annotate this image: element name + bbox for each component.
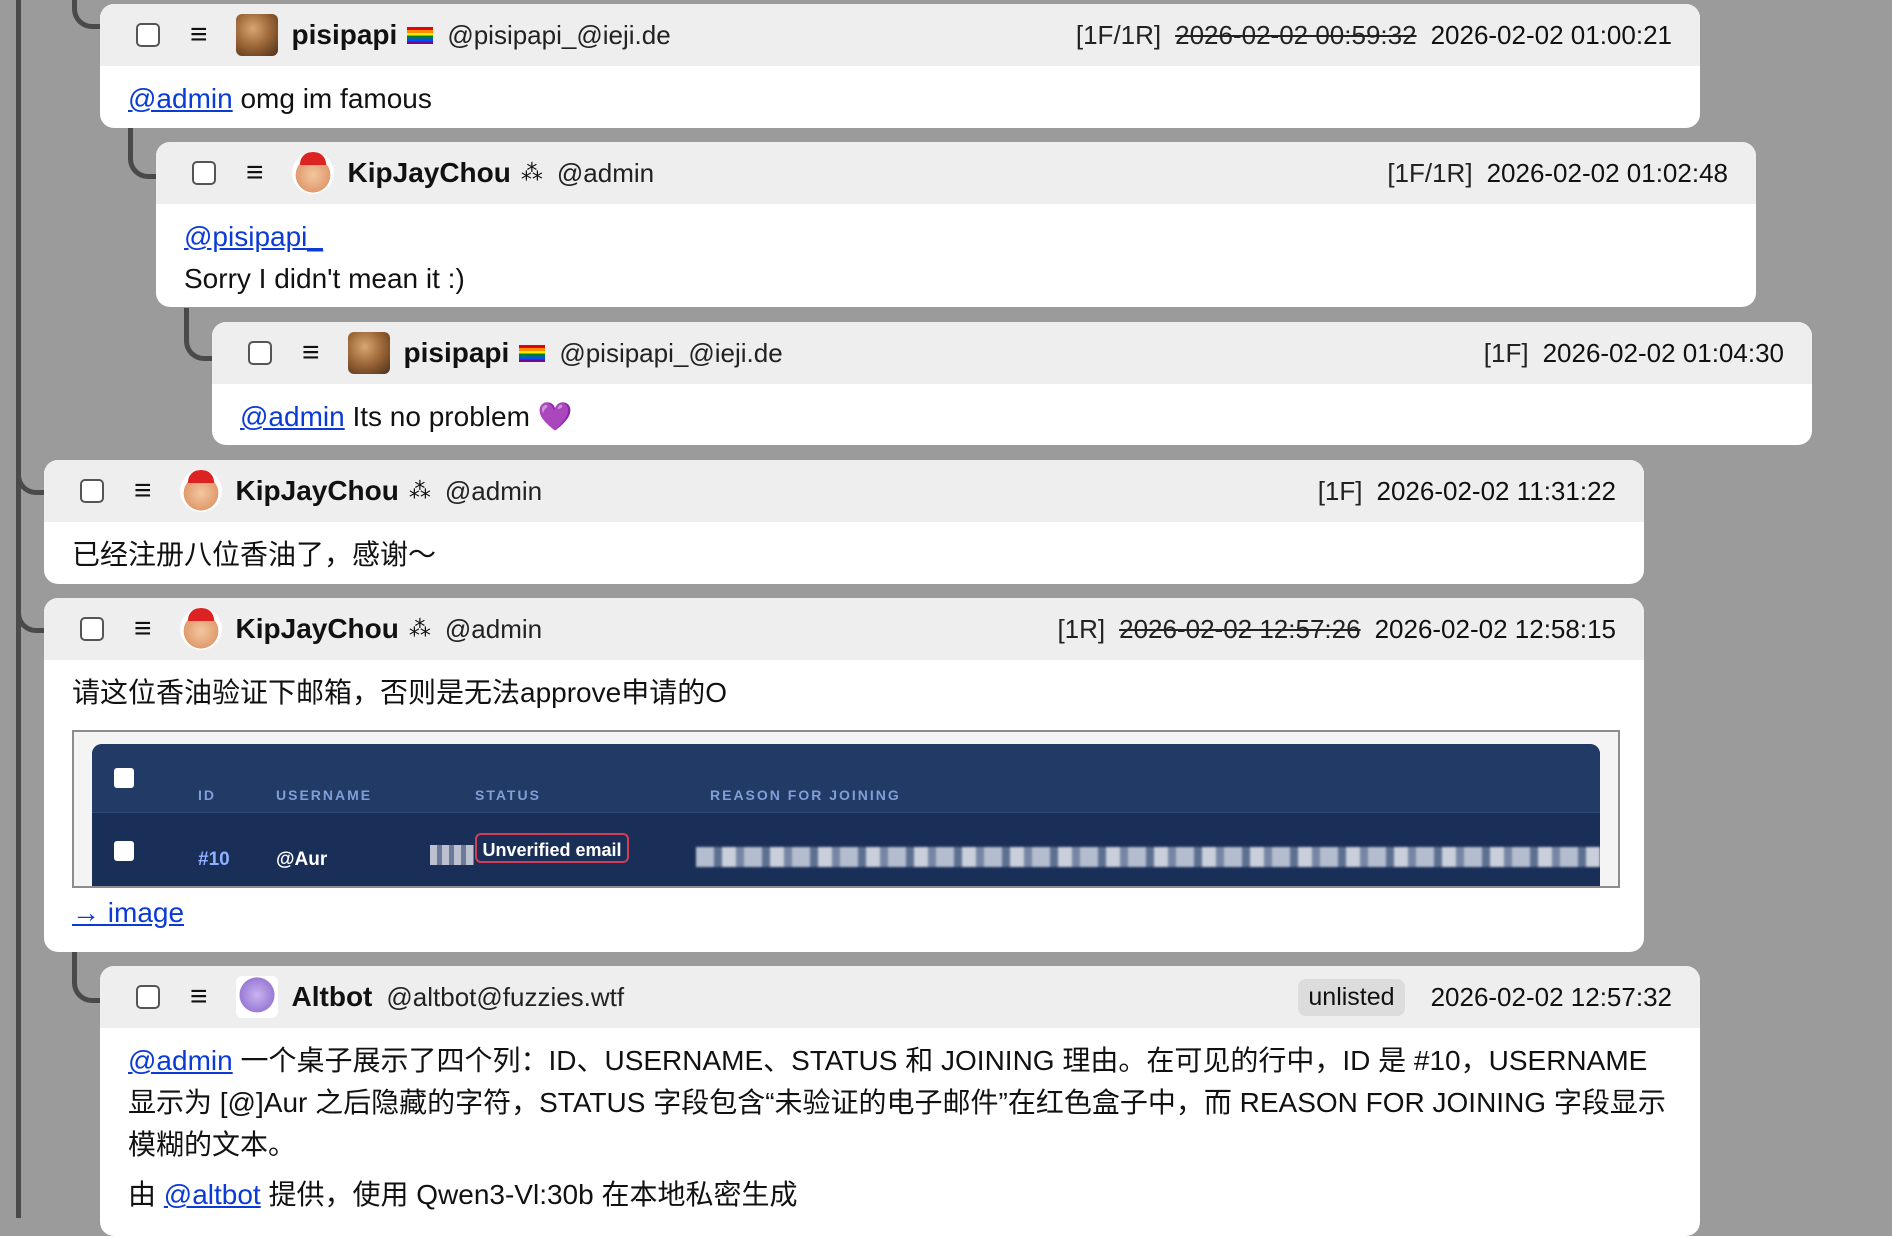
timestamp[interactable]: 2026-02-02 01:02:48 [1487, 158, 1728, 189]
timestamp[interactable]: 2026-02-02 01:00:21 [1431, 20, 1672, 51]
post-header: ≡ KipJayChou ⁂ @admin [1F/1R] 2026-02-02… [156, 142, 1756, 204]
mention-link[interactable]: @admin [128, 1045, 233, 1076]
reply-stats: [1F] [1317, 475, 1363, 506]
post-text: omg im famous [232, 83, 432, 114]
table-row: #10 @Aur Unverified email [92, 813, 1600, 886]
status-badge: Unverified email [475, 833, 629, 863]
column-header: STATUS [475, 787, 541, 803]
post-body: @pisipapi_ Sorry I didn't mean it :) [156, 204, 1756, 307]
post-body: 已经注册八位香油了，感谢～ [44, 522, 1644, 584]
post-header: ≡ KipJayChou ⁂ @admin [1F] 2026-02-02 11… [44, 460, 1644, 522]
post-body: @admin 一个桌子展示了四个列：ID、USERNAME、STATUS 和 J… [100, 1028, 1700, 1230]
user-handle[interactable]: @altbot@fuzzies.wtf [386, 982, 624, 1013]
post: ≡ pisipapi @pisipapi_@ieji.de [1F] 2026-… [212, 322, 1812, 445]
display-name[interactable]: Altbot [292, 981, 373, 1013]
column-header: REASON FOR JOINING [710, 787, 901, 803]
post-body: 请这位香油验证下邮箱，否则是无法approve申请的O ID USERNAME … [44, 660, 1644, 948]
reply-stats: [1F/1R] [1387, 157, 1473, 188]
reply-stats: [1F] [1483, 337, 1529, 368]
avatar[interactable] [235, 976, 278, 1018]
row-username: @Aur [276, 849, 328, 870]
post-header: ≡ Altbot @altbot@fuzzies.wtf unlisted 20… [100, 966, 1700, 1028]
post-text: 已经注册八位香油了，感谢～ [72, 539, 437, 570]
post-header: ≡ pisipapi @pisipapi_@ieji.de [1F] 2026-… [212, 322, 1812, 384]
timestamp[interactable]: 2026-02-02 11:31:22 [1377, 476, 1617, 507]
avatar[interactable] [179, 608, 222, 650]
post: ≡ KipJayChou ⁂ @admin [1R] 2026-02-02 12… [44, 598, 1644, 952]
redacted-text [430, 845, 474, 865]
flair-icon: ⁂ [408, 616, 431, 641]
display-name[interactable]: KipJayChou [236, 475, 399, 507]
avatar[interactable] [291, 152, 334, 194]
post-text: Its no problem 💜 [344, 401, 573, 432]
post-text: 请这位香油验证下邮箱，否则是无法approve申请的O [72, 677, 727, 708]
timestamp[interactable]: 2026-02-02 01:04:30 [1543, 338, 1784, 369]
edited-old-timestamp: 2026-02-02 00:59:32 [1175, 19, 1417, 50]
post-text: Sorry I didn't mean it :) [184, 263, 465, 294]
flair-icon: ⁂ [408, 478, 431, 503]
display-name[interactable]: pisipapi [292, 19, 398, 51]
rainbow-flag-icon [407, 26, 434, 44]
user-handle[interactable]: @admin [445, 614, 542, 645]
avatar[interactable] [347, 332, 390, 374]
menu-icon[interactable]: ≡ [302, 338, 320, 368]
post-header: ≡ pisipapi @pisipapi_@ieji.de [1F/1R] 20… [100, 4, 1700, 66]
checkbox-icon[interactable] [192, 161, 216, 185]
table-header: ID USERNAME STATUS REASON FOR JOINING [92, 744, 1600, 813]
user-handle[interactable]: @admin [557, 158, 654, 189]
checkbox-icon [114, 768, 134, 788]
post: ≡ Altbot @altbot@fuzzies.wtf unlisted 20… [100, 966, 1700, 1236]
menu-icon[interactable]: ≡ [134, 614, 152, 644]
post: ≡ pisipapi @pisipapi_@ieji.de [1F/1R] 20… [100, 4, 1700, 128]
checkbox-icon[interactable] [136, 23, 160, 47]
row-id: #10 [198, 849, 230, 870]
menu-icon[interactable]: ≡ [134, 476, 152, 506]
timestamp[interactable]: 2026-02-02 12:57:32 [1431, 982, 1672, 1013]
image-table: ID USERNAME STATUS REASON FOR JOINING #1… [92, 744, 1600, 886]
display-name[interactable]: pisipapi [404, 337, 510, 369]
checkbox-icon[interactable] [136, 985, 160, 1009]
menu-icon[interactable]: ≡ [190, 20, 208, 50]
footer-text: 由 [128, 1179, 164, 1210]
post: ≡ KipJayChou ⁂ @admin [1F] 2026-02-02 11… [44, 460, 1644, 584]
footer-text: 提供，使用 Qwen3-Vl:30b 在本地私密生成 [260, 1179, 798, 1210]
checkbox-icon[interactable] [248, 341, 272, 365]
checkbox-icon[interactable] [80, 617, 104, 641]
column-header: ID [198, 787, 216, 803]
flair-icon: ⁂ [520, 160, 543, 185]
mention-link[interactable]: @admin [240, 401, 345, 432]
reply-stats: [1F/1R] [1075, 19, 1162, 50]
visibility-badge: unlisted [1298, 978, 1405, 1016]
mention-link[interactable]: @pisipapi_ [184, 221, 323, 252]
post-body: @admin Its no problem 💜 [212, 384, 1812, 445]
user-handle[interactable]: @pisipapi_@ieji.de [559, 338, 782, 369]
user-handle[interactable]: @admin [445, 476, 542, 507]
display-name[interactable]: KipJayChou [236, 613, 399, 645]
post-text: 一个桌子展示了四个列：ID、USERNAME、STATUS 和 JOINING … [128, 1045, 1666, 1160]
column-header: USERNAME [276, 787, 373, 803]
post: ≡ KipJayChou ⁂ @admin [1F/1R] 2026-02-02… [156, 142, 1756, 307]
redacted-text [696, 847, 1600, 867]
mention-link[interactable]: @admin [128, 83, 233, 114]
user-handle[interactable]: @pisipapi_@ieji.de [447, 20, 670, 51]
reply-stats: [1R] [1057, 613, 1106, 644]
post-header: ≡ KipJayChou ⁂ @admin [1R] 2026-02-02 12… [44, 598, 1644, 660]
checkbox-icon [114, 841, 134, 861]
image-link[interactable]: → image [72, 892, 184, 934]
avatar[interactable] [235, 14, 278, 56]
post-body: @admin omg im famous [100, 66, 1700, 128]
rainbow-flag-icon [519, 344, 546, 362]
display-name[interactable]: KipJayChou [348, 157, 511, 189]
timestamp[interactable]: 2026-02-02 12:58:15 [1375, 614, 1616, 645]
avatar[interactable] [179, 470, 222, 512]
checkbox-icon[interactable] [80, 479, 104, 503]
menu-icon[interactable]: ≡ [190, 982, 208, 1012]
mention-link[interactable]: @altbot [164, 1179, 261, 1210]
edited-old-timestamp: 2026-02-02 12:57:26 [1119, 613, 1361, 644]
menu-icon[interactable]: ≡ [246, 158, 264, 188]
attached-image[interactable]: ID USERNAME STATUS REASON FOR JOINING #1… [72, 730, 1620, 888]
